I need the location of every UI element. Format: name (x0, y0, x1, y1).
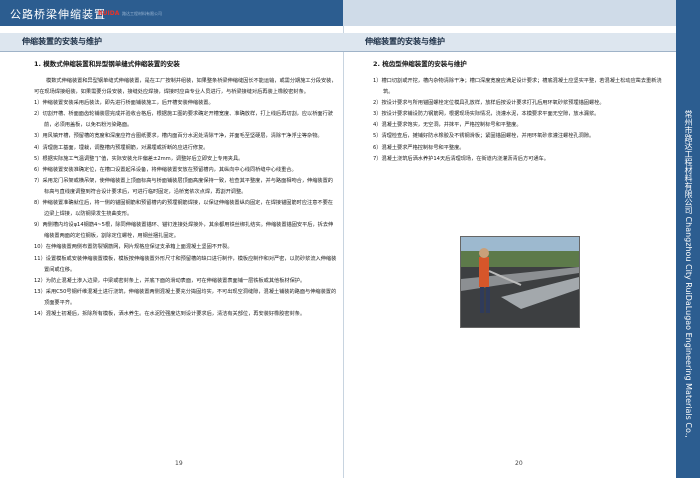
right-page-content: 2. 梳齿型伸缩装置的安装与维护 1）槽口切割或开挖，槽内杂物清除干净；槽口深度… (373, 58, 663, 165)
brand-logo-sub: 路达工程材料有限公司 (122, 11, 162, 16)
list-item: 5）清理检查后，摊铺好防水橡胶及不锈钢滑板；紧固锚固螺栓，并用环氧砂浆灌注螺栓孔… (373, 133, 595, 140)
brand-logo: RUIDA (98, 10, 120, 17)
list-item: 6）混凝土要求严格控制标号和平整度。 (373, 144, 465, 151)
list-item: 14）混凝土初凝后，拆除所有模板，洒水养生。在水泥砼强度达到设计要求后，清洁有关… (34, 310, 306, 317)
photo-illustration (461, 237, 579, 327)
side-strip-text: 常州市路达工程材料有限公司 Changzhou City RuiDaLugao … (664, 110, 693, 438)
list-item: 8）伸缩装置准确就位后，将一侧的锚固钢筋和预留槽内的预埋钢筋焊接，以保证伸缩装置… (34, 200, 333, 218)
list-item: 4）清理施工基面，埋栽，调整槽内预埋钢筋，对漏埋或折断的应进行修复。 (34, 144, 209, 151)
header-light-band (343, 0, 676, 26)
list-item: 4）混凝土要求饱实，无空洞，并抹平，严格控制标号和平整度。 (373, 122, 522, 129)
list-item: 7）采用龙门吊架或横吊架，使伸缩装置上顶面标高与桥面铺装层顶面高度保持一致，检查… (34, 177, 333, 195)
page-number-left: 19 (175, 460, 183, 467)
list-item: 6）伸缩装置安装准确定位，在槽口设置起吊设备，将伸缩装置安放在预留槽内，其纵向中… (34, 166, 297, 173)
list-item: 2）按设计要求与所用锚固螺栓定位模具孔放样，放样后按设计要求打孔后用环氧砂浆预埋… (373, 100, 605, 107)
right-subtitle: 2. 梳齿型伸缩装置的安装与维护 (373, 60, 467, 68)
left-intro: 模数式伸缩装置和异型钢单缝式伸缩装置，是在工厂按制并组装，如果整条桥梁伸缩缝因长… (34, 78, 337, 96)
list-item: 1）伸缩装置安装采用后装法，即先进行桥面铺装施工，后开槽安装伸缩装置。 (34, 100, 214, 107)
section-title-right: 伸缩装置的安装与维护 (365, 37, 445, 46)
section-title-left: 伸缩装置的安装与维护 (22, 37, 102, 46)
list-item: 2）切割开槽、桥面面齿轮铺装层完成并验收合格后，根据施工图的要求确定开槽宽度、准… (34, 111, 333, 129)
section-bar-left: 伸缩装置的安装与维护 (0, 33, 343, 52)
road-washing-photo (460, 236, 580, 328)
list-item: 12）为防止混凝土渗入边梁，中梁或密封条上，并底下面的滑动表面，可在伸缩装置表面… (34, 277, 306, 284)
page-number-right: 20 (515, 460, 523, 467)
list-item: 5）根据实际施工气温调整“J”值，实际安装允许偏差±2mm，调整好后立即安上专用… (34, 155, 244, 162)
header-blue-band: 公路桥梁伸缩装置 RUIDA 路达工程材料有限公司 (0, 0, 343, 26)
section-bar-right: 伸缩装置的安装与维护 (343, 33, 676, 52)
list-item: 10）在伸缩装置两侧布置防裂钢筋网，网片规格应保证支承箱上面混凝土坚固不开裂。 (34, 244, 233, 251)
header-title: 公路桥梁伸缩装置 (10, 8, 106, 21)
list-item: 3）用风镐开槽，预留槽的宽度和深度应符合图纸要求，槽内面百分水泥处清除干净，并面… (34, 133, 323, 140)
list-item: 13）采用C50号钢纤维混凝土进行浇筑，伸缩装置两侧混凝土要充分捣固均实，不可出… (34, 288, 337, 306)
list-item: 7）混凝土浇筑后洒水养护14天后清理现场，在街道内浇灌沥青后方可通车。 (373, 155, 549, 162)
side-strip: 常州市路达工程材料有限公司 Changzhou City RuiDaLugao … (664, 0, 700, 478)
list-item: 11）设置模板或安装伸缩装置模板，模板按伸缩装置外形尺寸和预留槽的缺口进行制作，… (34, 255, 337, 273)
list-item: 9）两侧槽内均设φ14钢筋4~5根，除同伸缩装置锚环、锚钉连接处焊接外，其余都用… (34, 222, 334, 240)
list-item: 3）按设计要求铺设防力钢筋网，根据现场实际情况，浇灌水泥，本模要求平面无空隙，放… (373, 111, 600, 118)
left-page-content: 1. 模数式伸缩装置和异型钢单缝式伸缩装置的安装 模数式伸缩装置和异型钢单缝式伸… (34, 58, 338, 320)
left-subtitle: 1. 模数式伸缩装置和异型钢单缝式伸缩装置的安装 (34, 60, 180, 68)
list-item: 1）槽口切割或开挖，槽内杂物清除干净；槽口深度宽度应满足设计要求；槽底混凝土应坚… (373, 78, 662, 96)
page-divider (343, 26, 344, 478)
